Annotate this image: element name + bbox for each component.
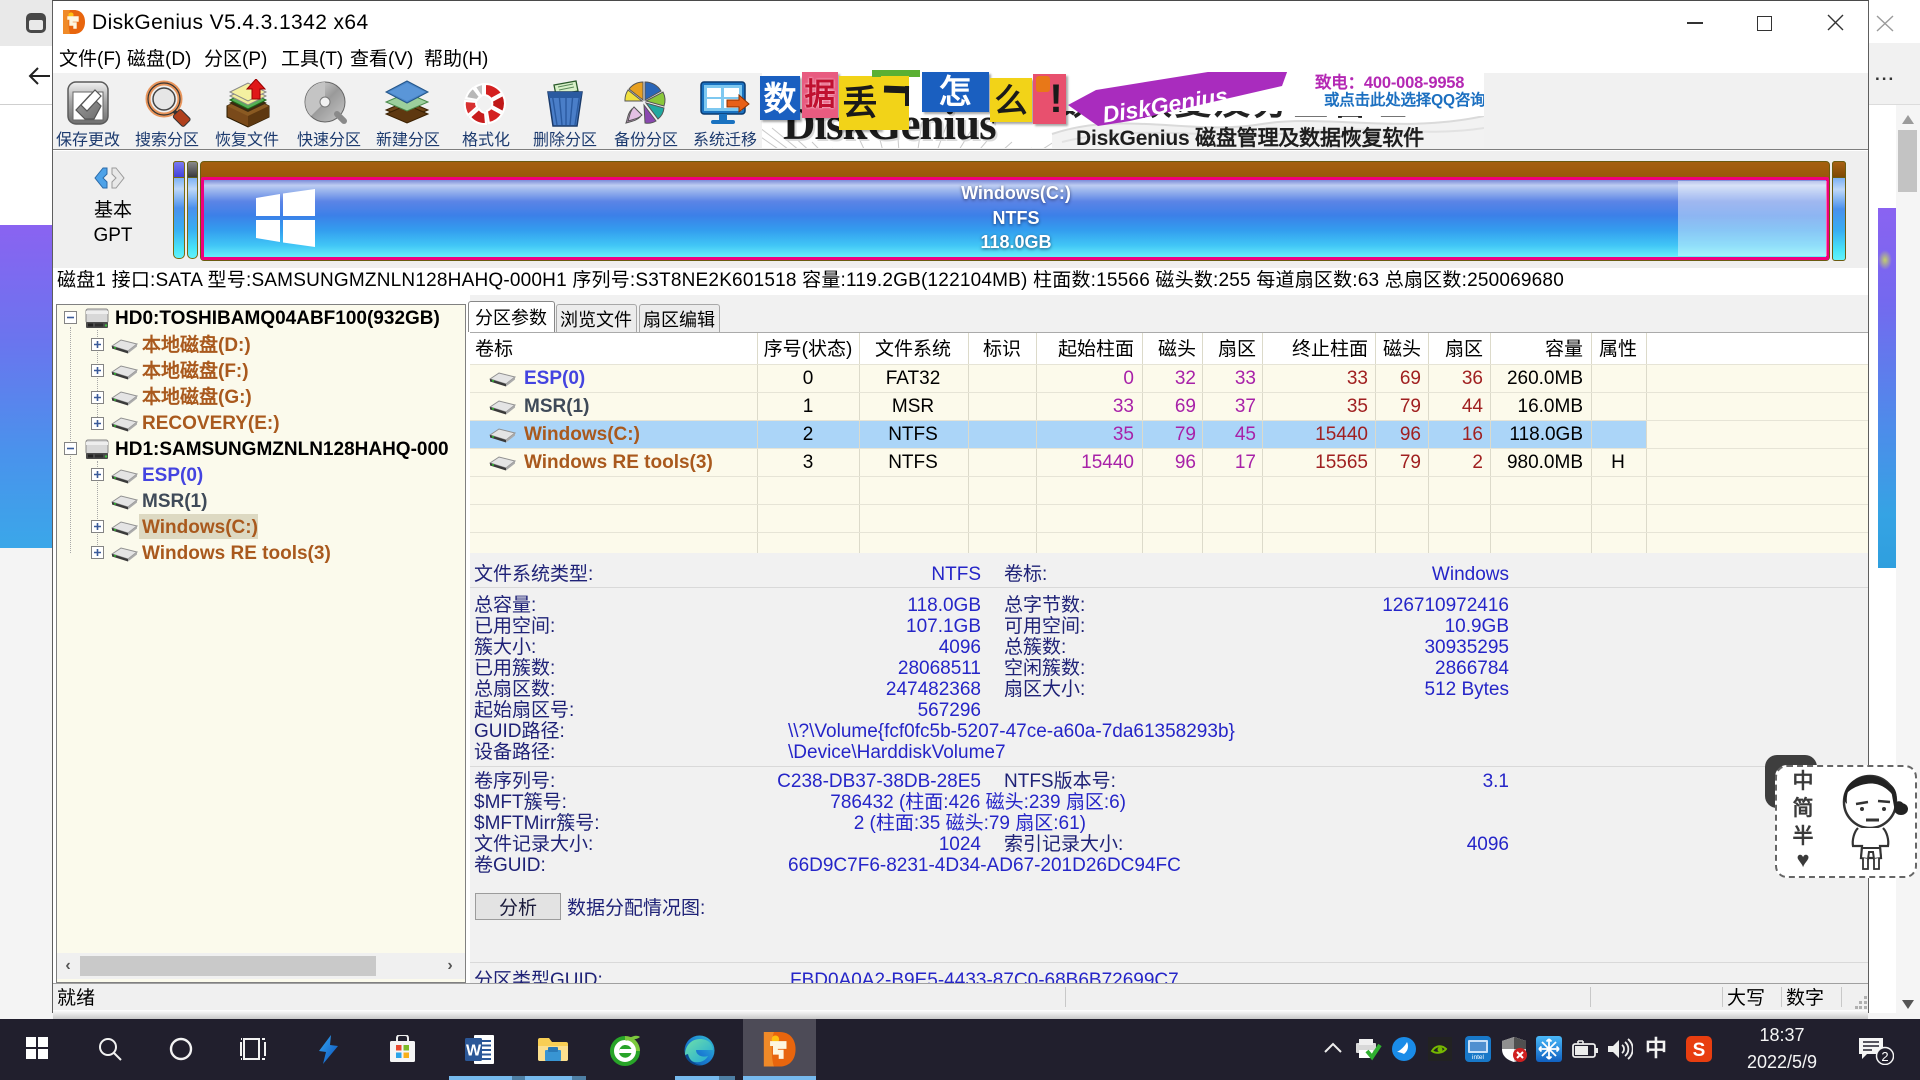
svg-text:S: S	[1693, 1040, 1706, 1061]
svg-text:W: W	[466, 1043, 482, 1060]
svg-text:2: 2	[1881, 1049, 1888, 1064]
svg-text:intel: intel	[1472, 1054, 1484, 1061]
